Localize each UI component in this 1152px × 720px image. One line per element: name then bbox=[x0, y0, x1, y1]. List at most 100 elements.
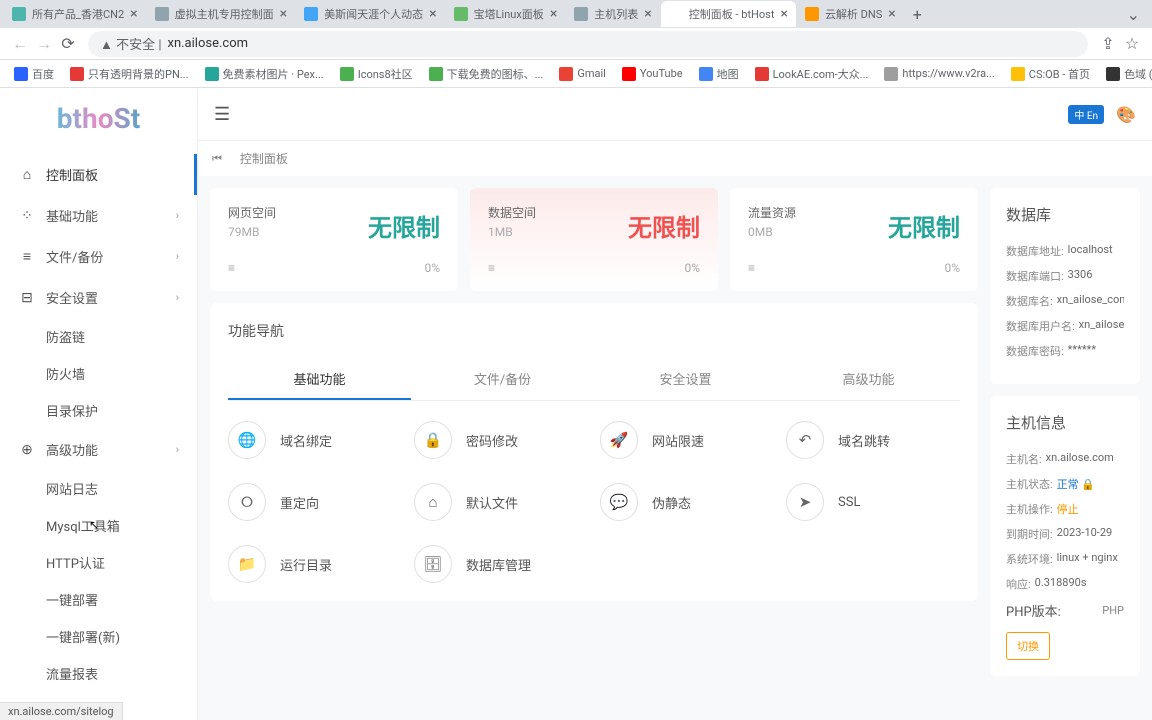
nav-tab[interactable]: 文件/备份 bbox=[411, 359, 594, 400]
tab-label: 主机列表 bbox=[594, 6, 638, 22]
bookmark-item[interactable]: 百度 bbox=[8, 64, 60, 84]
tab-close-icon[interactable]: × bbox=[644, 6, 651, 22]
nav-item[interactable]: ➤SSL bbox=[786, 483, 960, 521]
nav-item[interactable]: ↶域名跳转 bbox=[786, 421, 960, 459]
bookmark-label: 百度 bbox=[32, 66, 54, 82]
sidebar-subitem[interactable]: 网站日志 bbox=[0, 470, 197, 507]
bookmark-label: YouTube bbox=[640, 67, 683, 80]
browser-tab[interactable]: 宝塔Linux面板× bbox=[446, 1, 566, 27]
host-row: 主机名:xn.ailose.com bbox=[1006, 451, 1124, 467]
sidebar-item[interactable]: ≡文件/备份› bbox=[0, 236, 197, 277]
breadcrumb-home-icon[interactable]: ⏮ bbox=[212, 152, 222, 166]
browser-tab[interactable]: 美斯闻天涯个人动态× bbox=[296, 1, 444, 27]
new-tab-button[interactable]: + bbox=[905, 5, 930, 24]
bookmark-item[interactable]: 免费素材图片 · Pex... bbox=[199, 64, 330, 84]
nav-item-label: 网站限速 bbox=[652, 431, 704, 450]
sidebar-item[interactable]: ⁘基础功能› bbox=[0, 195, 197, 236]
menu-icon: ⊕ bbox=[18, 442, 36, 458]
browser-tab[interactable]: 所有产品_香港CN2× bbox=[4, 1, 146, 27]
bookmark-label: LookAE.com-大众... bbox=[773, 66, 869, 82]
nav-item-icon: ⭘ bbox=[228, 483, 266, 521]
sidebar-subitem[interactable]: 一键部署 bbox=[0, 581, 197, 618]
nav-item[interactable]: ⌂默认文件 bbox=[414, 483, 588, 521]
browser-tab[interactable]: 主机列表 × bbox=[566, 1, 659, 27]
bookmark-icon bbox=[429, 67, 443, 81]
db-row: 数据库密码:****** bbox=[1006, 343, 1124, 359]
url-input[interactable]: ▲ 不安全 | xn.ailose.com bbox=[88, 31, 1088, 57]
nav-tab[interactable]: 基础功能 bbox=[228, 359, 411, 400]
sidebar-subitem[interactable]: 一键部署(新) bbox=[0, 618, 197, 655]
bookmark-item[interactable]: https://www.v2ra... bbox=[878, 65, 1000, 83]
nav-item[interactable]: 🚀网站限速 bbox=[600, 421, 774, 459]
bookmark-item[interactable]: 只有透明背景的PN... bbox=[64, 64, 195, 84]
nav-tab[interactable]: 高级功能 bbox=[777, 359, 960, 400]
tab-close-icon[interactable]: × bbox=[780, 6, 787, 22]
stat-icon: ≡ bbox=[228, 261, 235, 275]
browser-tab[interactable]: 虚拟主机专用控制面× bbox=[147, 1, 295, 27]
reload-button[interactable]: ⟳ bbox=[56, 32, 80, 56]
bookmark-item[interactable]: 地图 bbox=[693, 64, 745, 84]
bookmark-label: https://www.v2ra... bbox=[902, 67, 994, 80]
sidebar-subitem[interactable]: 防火墙 bbox=[0, 355, 197, 392]
database-title: 数据库 bbox=[1006, 204, 1124, 225]
bookmark-item[interactable]: Gmail bbox=[553, 65, 611, 83]
nav-item-label: 域名绑定 bbox=[280, 431, 332, 450]
stat-percent: 0% bbox=[424, 261, 440, 275]
breadcrumb: ⏮ 控制面板 bbox=[198, 140, 1152, 176]
nav-item[interactable]: 🌐域名绑定 bbox=[228, 421, 402, 459]
bookmark-label: 免费素材图片 · Pex... bbox=[223, 66, 324, 82]
browser-tab[interactable]: 云解析 DNS× bbox=[797, 1, 904, 27]
nav-item-icon: ➤ bbox=[786, 483, 824, 521]
chevron-right-icon: › bbox=[176, 250, 179, 263]
nav-item[interactable]: 🔒密码修改 bbox=[414, 421, 588, 459]
back-button[interactable]: ← bbox=[8, 32, 32, 56]
sidebar-subitem[interactable]: 流量报表 bbox=[0, 655, 197, 692]
function-nav-card: 功能导航 基础功能文件/备份安全设置高级功能 🌐域名绑定 🔒密码修改 🚀网站限速 ↶域… bbox=[210, 303, 978, 601]
menu-icon: ⁘ bbox=[18, 208, 36, 224]
tab-close-icon[interactable]: × bbox=[888, 6, 895, 22]
sidebar-item[interactable]: ⊕高级功能› bbox=[0, 429, 197, 470]
bookmark-icon bbox=[622, 67, 636, 81]
nav-item-label: 密码修改 bbox=[466, 431, 518, 450]
bookmark-item[interactable]: 下载免费的图标、... bbox=[423, 64, 550, 84]
nav-item-label: 默认文件 bbox=[466, 493, 518, 512]
bookmark-item[interactable]: 色域 (无圆减完整 bbox=[1100, 64, 1152, 84]
bookmark-item[interactable]: LookAE.com-大众... bbox=[749, 64, 875, 84]
tab-close-icon[interactable]: × bbox=[130, 6, 137, 22]
sidebar-item[interactable]: ⌂控制面板 bbox=[0, 154, 197, 195]
sidebar-item[interactable]: ⊟安全设置› bbox=[0, 277, 197, 318]
bookmark-item[interactable]: Icons8社区 bbox=[334, 64, 419, 84]
share-icon[interactable]: ⇪ bbox=[1096, 32, 1120, 56]
browser-tab[interactable]: 控制面板 - btHost× bbox=[661, 1, 796, 27]
hamburger-icon[interactable]: ☰ bbox=[214, 104, 230, 125]
nav-item[interactable]: ⭘重定向 bbox=[228, 483, 402, 521]
tab-menu-icon[interactable]: ⌄ bbox=[1119, 5, 1148, 24]
language-toggle[interactable]: 中 En bbox=[1068, 105, 1104, 124]
host-row: 到期时间:2023-10-29 bbox=[1006, 526, 1124, 542]
nav-item[interactable]: 🗄数据库管理 bbox=[414, 545, 588, 583]
sidebar-subitem[interactable]: Mysql工具箱 bbox=[0, 507, 197, 544]
stat-value: 无限制 bbox=[888, 208, 960, 243]
topbar: ☰ 中 En 🎨 bbox=[198, 88, 1152, 140]
nav-item[interactable]: 💬伪静态 bbox=[600, 483, 774, 521]
theme-icon[interactable]: 🎨 bbox=[1116, 105, 1136, 124]
sidebar-subitem[interactable]: HTTP认证 bbox=[0, 544, 197, 581]
function-nav-title: 功能导航 bbox=[228, 321, 960, 341]
bookmark-item[interactable]: CS:OB - 首页 bbox=[1005, 64, 1096, 84]
sidebar-subitem[interactable]: 防盗链 bbox=[0, 318, 197, 355]
tab-close-icon[interactable]: × bbox=[429, 6, 436, 22]
tab-close-icon[interactable]: × bbox=[550, 6, 557, 22]
star-icon[interactable]: ☆ bbox=[1120, 32, 1144, 56]
menu-label: 高级功能 bbox=[46, 440, 98, 459]
tab-close-icon[interactable]: × bbox=[280, 6, 287, 22]
bookmark-icon bbox=[559, 67, 573, 81]
bookmark-item[interactable]: YouTube bbox=[616, 65, 689, 83]
nav-tab[interactable]: 安全设置 bbox=[594, 359, 777, 400]
sidebar-subitem[interactable]: 目录保护 bbox=[0, 392, 197, 429]
menu-label: 控制面板 bbox=[46, 165, 98, 184]
host-row: 主机状态:正常 🔒 bbox=[1006, 476, 1124, 492]
db-row: 数据库用户名:xn_ailose_c bbox=[1006, 318, 1124, 334]
switch-php-button[interactable]: 切换 bbox=[1006, 632, 1050, 660]
forward-button[interactable]: → bbox=[32, 32, 56, 56]
nav-item[interactable]: 📁运行目录 bbox=[228, 545, 402, 583]
